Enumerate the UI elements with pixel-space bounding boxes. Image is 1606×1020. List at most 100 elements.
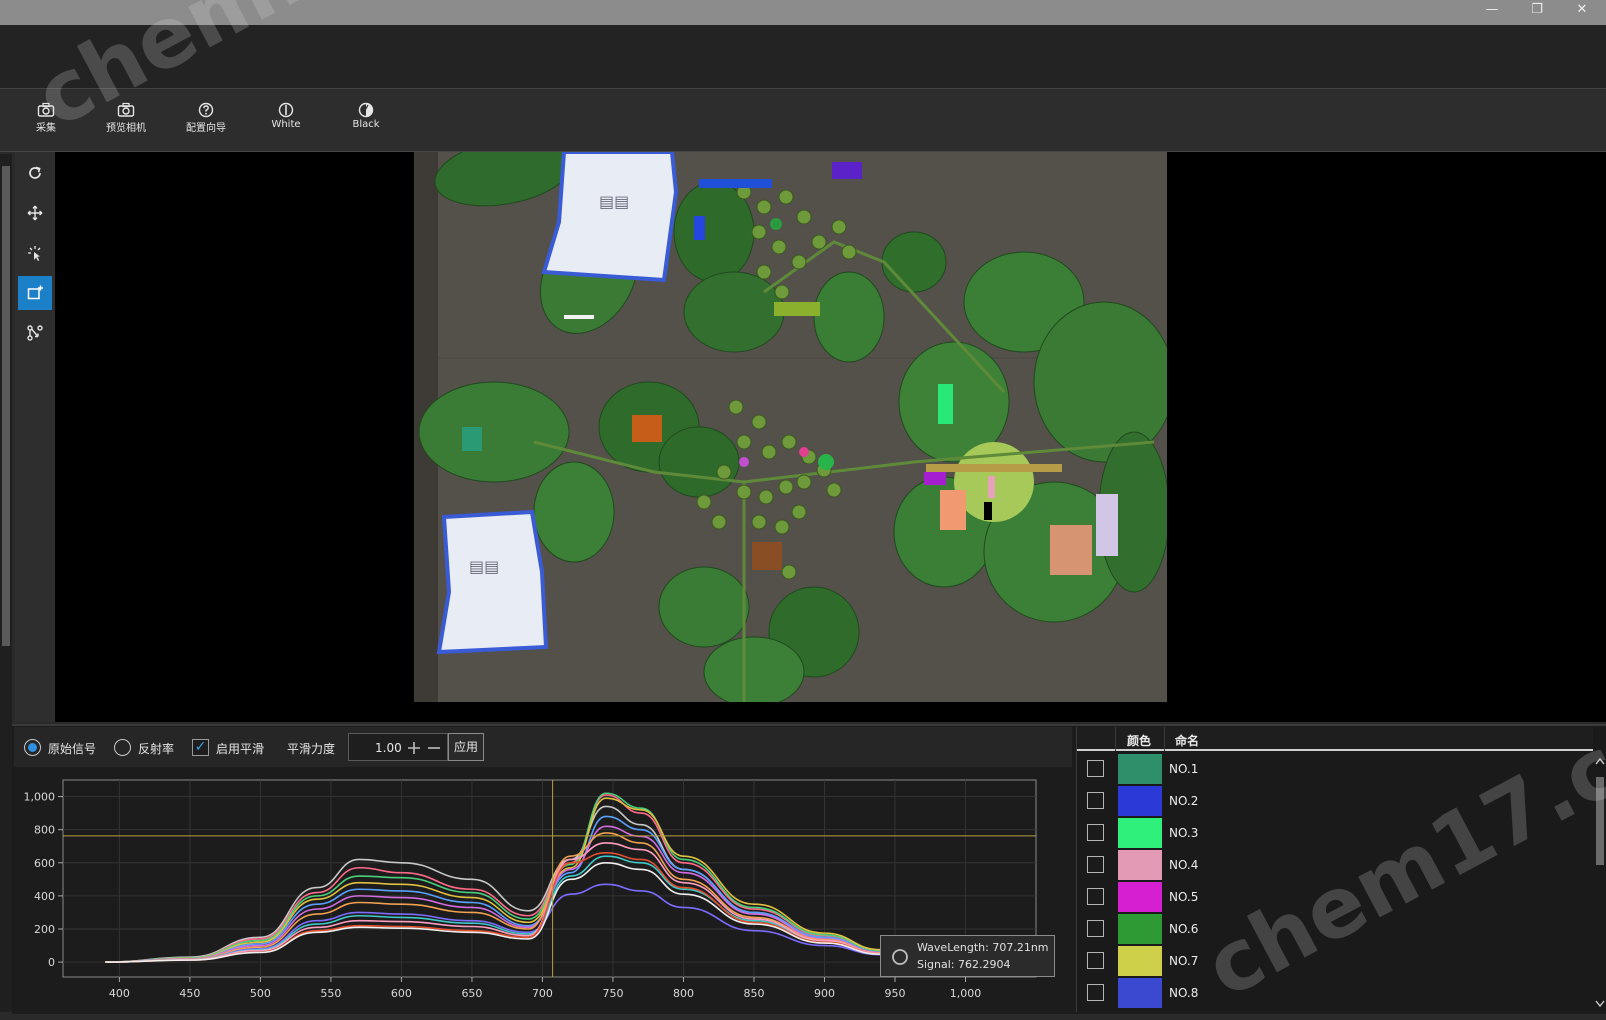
table-row[interactable]: NO.3: [1077, 817, 1593, 849]
x-tick-label: 700: [532, 987, 553, 1000]
x-tick-label: 800: [673, 987, 694, 1000]
add-roi-icon: [27, 285, 43, 300]
row-name[interactable]: NO.8: [1169, 986, 1198, 1000]
menu-bar: [0, 25, 1606, 89]
restore-button[interactable]: ❐: [1517, 0, 1557, 22]
move-icon: [27, 205, 43, 221]
color-swatch[interactable]: [1118, 914, 1162, 944]
preview-camera-button[interactable]: 预览相机: [94, 102, 158, 140]
table-row[interactable]: NO.5: [1077, 881, 1593, 913]
branch-tool-button[interactable]: [18, 316, 52, 350]
black-calibration-icon: [358, 102, 374, 118]
y-tick-label: 1,000: [24, 791, 56, 804]
table-row[interactable]: NO.1: [1077, 753, 1593, 785]
x-tick-label: 600: [391, 987, 412, 1000]
y-tick-label: 0: [48, 956, 55, 969]
color-swatch[interactable]: [1118, 754, 1162, 784]
x-tick-label: 550: [320, 987, 341, 1000]
title-bar: — ❐ ✕: [0, 0, 1606, 25]
table-scrollbar-thumb[interactable]: [1596, 777, 1604, 865]
smoothing-label: 启用平滑: [216, 742, 265, 756]
config-wizard-label: 配置向导: [186, 123, 226, 134]
smoothing-checkbox[interactable]: ✓: [192, 739, 209, 756]
y-tick-label: 800: [34, 824, 55, 837]
acquire-label: 采集: [36, 123, 56, 134]
x-tick-label: 1,000: [950, 987, 982, 1000]
row-checkbox[interactable]: [1087, 760, 1104, 777]
row-checkbox[interactable]: [1087, 792, 1104, 809]
y-tick-label: 600: [34, 857, 55, 870]
x-tick-label: 900: [814, 987, 835, 1000]
row-name[interactable]: NO.4: [1169, 858, 1198, 872]
minimize-button[interactable]: —: [1472, 0, 1512, 22]
hyperspectral-image[interactable]: ▤▤ ▤▤: [414, 152, 1167, 702]
left-scrollbar-thumb[interactable]: [2, 166, 10, 646]
roi-table-header: 颜色 命名: [1077, 727, 1593, 751]
move-button[interactable]: [18, 196, 52, 230]
color-column-header[interactable]: 颜色: [1127, 732, 1151, 749]
magic-select-button[interactable]: [18, 236, 52, 270]
x-tick-label: 500: [250, 987, 271, 1000]
x-tick-label: 450: [179, 987, 200, 1000]
plus-icon[interactable]: [407, 741, 421, 755]
color-swatch[interactable]: [1118, 978, 1162, 1008]
color-swatch[interactable]: [1118, 882, 1162, 912]
side-toolbar: [15, 152, 55, 722]
table-row[interactable]: NO.6: [1077, 913, 1593, 945]
row-checkbox[interactable]: [1087, 888, 1104, 905]
refresh-button[interactable]: [18, 156, 52, 190]
left-scrollbar[interactable]: [0, 154, 12, 1012]
table-row[interactable]: NO.2: [1077, 785, 1593, 817]
add-roi-button[interactable]: [18, 276, 52, 310]
color-swatch[interactable]: [1118, 850, 1162, 880]
table-row[interactable]: NO.4: [1077, 849, 1593, 881]
config-wizard-button[interactable]: 配置向导: [174, 102, 238, 140]
white-calibration-button[interactable]: White: [254, 102, 318, 140]
smoothing-strength-label: 平滑力度: [287, 742, 336, 756]
color-swatch[interactable]: [1118, 946, 1162, 976]
row-checkbox[interactable]: [1087, 856, 1104, 873]
roi-table: 颜色 命名 NO.1 NO.2 NO.3 NO.4 NO.5 NO.6 NO.7 NO.8: [1076, 727, 1606, 1012]
smoothing-strength-value[interactable]: 1.00: [375, 741, 402, 755]
close-button[interactable]: ✕: [1562, 0, 1602, 22]
row-checkbox[interactable]: [1087, 952, 1104, 969]
help-circle-icon: [198, 102, 214, 118]
tag-glyphs: ▤▤: [599, 192, 629, 211]
y-tick-label: 200: [34, 923, 55, 936]
row-checkbox[interactable]: [1087, 920, 1104, 937]
preview-camera-label: 预览相机: [106, 123, 146, 134]
apply-button[interactable]: 应用: [448, 733, 484, 761]
reflectance-radio[interactable]: [114, 739, 131, 756]
row-name[interactable]: NO.1: [1169, 762, 1198, 776]
acquire-button[interactable]: 采集: [14, 102, 78, 140]
raw-signal-radio[interactable]: [24, 739, 41, 756]
smoothing-strength-stepper[interactable]: 1.00: [348, 733, 448, 761]
color-swatch[interactable]: [1118, 786, 1162, 816]
table-scrollbar[interactable]: [1593, 753, 1606, 1012]
tag-glyphs: ▤▤: [469, 557, 499, 576]
reflectance-label: 反射率: [138, 742, 175, 756]
row-name[interactable]: NO.5: [1169, 890, 1198, 904]
black-calibration-label: Black: [352, 119, 380, 130]
row-checkbox[interactable]: [1087, 824, 1104, 841]
row-name[interactable]: NO.6: [1169, 922, 1198, 936]
tooltip-wavelength: WaveLength: 707.21nm: [917, 941, 1049, 954]
row-name[interactable]: NO.7: [1169, 954, 1198, 968]
y-tick-label: 400: [34, 890, 55, 903]
table-row[interactable]: NO.7: [1077, 945, 1593, 977]
scroll-up-icon[interactable]: [1595, 757, 1605, 765]
color-swatch[interactable]: [1118, 818, 1162, 848]
scroll-down-icon[interactable]: [1595, 1000, 1605, 1008]
name-column-header[interactable]: 命名: [1175, 732, 1199, 749]
row-checkbox[interactable]: [1087, 984, 1104, 1001]
row-name[interactable]: NO.2: [1169, 794, 1198, 808]
raw-signal-label: 原始信号: [48, 742, 97, 756]
table-row[interactable]: NO.8: [1077, 977, 1593, 1009]
tooltip-signal: Signal: 762.2904: [917, 958, 1011, 971]
minus-icon[interactable]: [427, 741, 441, 755]
branch-tool-icon: [27, 325, 43, 341]
row-name[interactable]: NO.3: [1169, 826, 1198, 840]
black-calibration-button[interactable]: Black: [334, 102, 398, 140]
camera-preview-icon: [117, 102, 135, 117]
toolbar: 采集 预览相机 配置向导 White Black: [0, 90, 1606, 152]
